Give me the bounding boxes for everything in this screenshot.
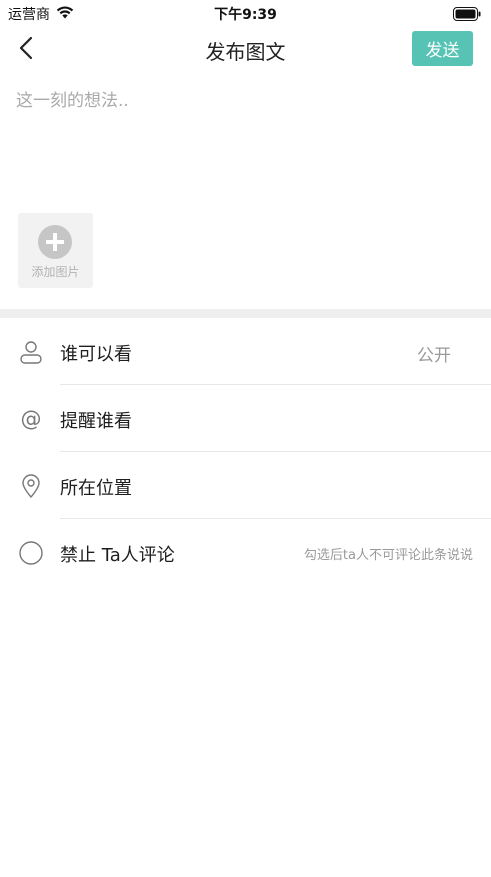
option-label: 提醒谁看 bbox=[60, 411, 132, 432]
post-content-input[interactable] bbox=[16, 86, 476, 196]
section-divider bbox=[0, 309, 491, 318]
plus-icon bbox=[38, 225, 72, 259]
at-icon: @ bbox=[18, 406, 44, 432]
option-value: 公开 bbox=[417, 346, 451, 366]
option-disable-comments[interactable]: 禁止 Ta人评论 勾选后ta人不可评论此条说说 bbox=[0, 519, 491, 586]
status-time: 下午9:39 bbox=[214, 7, 277, 23]
option-label: 谁可以看 bbox=[60, 344, 132, 365]
post-options-list: 谁可以看 公开 @ 提醒谁看 所在位置 禁止 Ta人评论 勾选后ta人不可评论此… bbox=[0, 318, 491, 586]
option-label: 所在位置 bbox=[60, 478, 132, 499]
option-location[interactable]: 所在位置 bbox=[0, 452, 491, 519]
battery-icon bbox=[453, 6, 481, 25]
status-bar: 运营商 下午9:39 bbox=[0, 0, 491, 26]
radio-circle-icon[interactable] bbox=[18, 540, 44, 566]
option-mention[interactable]: @ 提醒谁看 bbox=[0, 385, 491, 452]
option-hint: 勾选后ta人不可评论此条说说 bbox=[303, 548, 473, 563]
svg-text:@: @ bbox=[21, 407, 42, 431]
send-button[interactable]: 发送 bbox=[412, 31, 473, 66]
option-visibility[interactable]: 谁可以看 公开 bbox=[0, 318, 491, 385]
add-image-label: 添加图片 bbox=[31, 265, 80, 279]
nav-bar: 发布图文 发送 bbox=[0, 26, 491, 72]
person-icon bbox=[18, 339, 44, 365]
location-pin-icon bbox=[18, 473, 44, 499]
add-image-button[interactable]: 添加图片 bbox=[18, 213, 93, 288]
option-label: 禁止 Ta人评论 bbox=[60, 545, 175, 566]
